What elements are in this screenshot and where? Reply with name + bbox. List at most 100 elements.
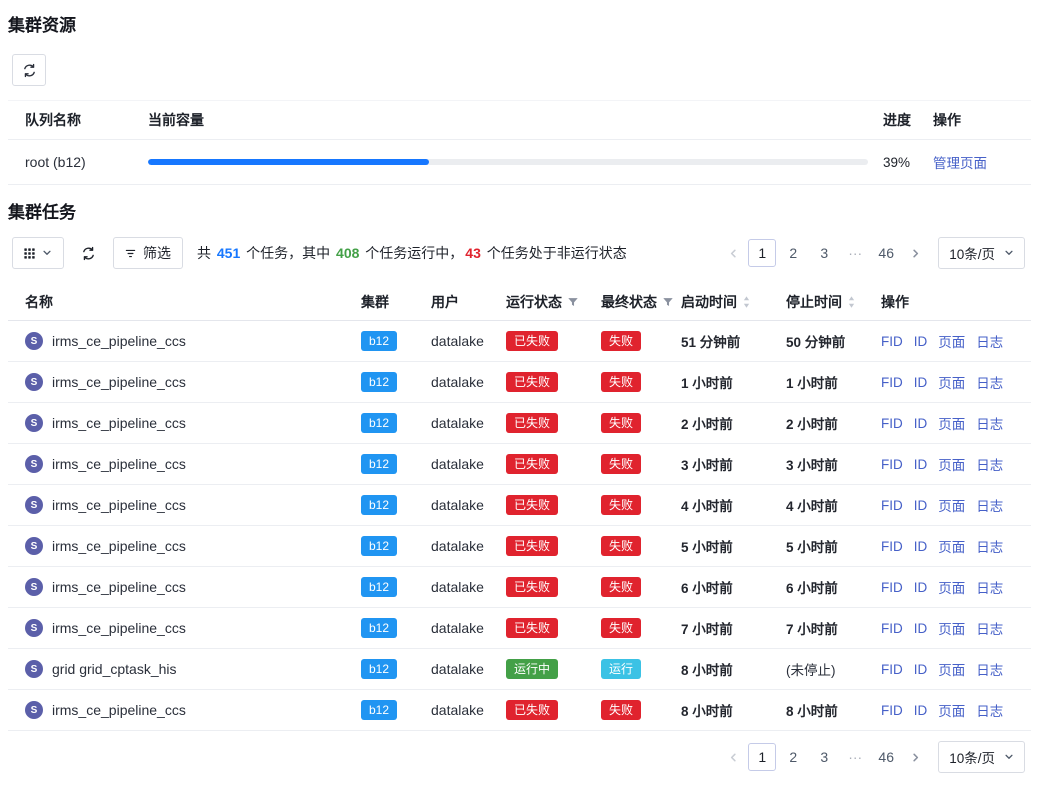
action-link-fid[interactable]: FID [881,498,903,513]
page-button-1[interactable]: 1 [748,239,776,267]
run-status-cell: 已失败 [506,454,601,474]
page-button-46[interactable]: 46 [872,743,900,771]
action-link-id[interactable]: ID [914,375,928,390]
action-link-log[interactable]: 日志 [976,454,1003,474]
table-row: S irms_ce_pipeline_ccs b12 datalake 已失败 … [8,690,1031,731]
action-link-page[interactable]: 页面 [938,372,965,392]
action-link-page[interactable]: 页面 [938,454,965,474]
cluster-badge: b12 [361,659,397,679]
column-header-stop-time[interactable]: 停止时间 [786,292,881,312]
next-page-button[interactable] [903,239,927,267]
tasks-toolbar: 筛选 共 451 个任务，其中 408 个任务运行中，43 个任务处于非运行状态… [8,237,1031,269]
column-header-start-time[interactable]: 启动时间 [681,292,786,312]
action-link-id[interactable]: ID [914,703,928,718]
action-link-fid[interactable]: FID [881,580,903,595]
action-link-page[interactable]: 页面 [938,659,965,679]
run-status-badge: 已失败 [506,372,558,392]
page-button-2[interactable]: 2 [779,239,807,267]
task-user: datalake [431,620,506,636]
task-cluster-cell: b12 [361,577,431,597]
resources-refresh-button[interactable] [12,54,46,86]
task-name-cell: S grid grid_cptask_his [25,660,361,678]
action-link-page[interactable]: 页面 [938,331,965,351]
task-name: irms_ce_pipeline_ccs [52,333,186,349]
filter-button[interactable]: 筛选 [113,237,183,269]
cluster-badge: b12 [361,331,397,351]
table-row: S grid grid_cptask_his b12 datalake 运行中 … [8,649,1031,690]
manage-page-link[interactable]: 管理页面 [933,156,987,171]
action-link-log[interactable]: 日志 [976,331,1003,351]
page-button-46[interactable]: 46 [872,239,900,267]
task-cluster-cell: b12 [361,372,431,392]
action-link-page[interactable]: 页面 [938,495,965,515]
page-button-3[interactable]: 3 [810,239,838,267]
next-page-button[interactable] [903,743,927,771]
start-time: 7 小时前 [681,618,786,638]
start-time: 1 小时前 [681,372,786,392]
column-header-task-action: 操作 [881,292,1025,312]
final-status-badge: 失败 [601,536,641,556]
run-status-badge: 已失败 [506,618,558,638]
sort-icon[interactable] [847,295,856,309]
page-size-select[interactable]: 10条/页 [938,741,1025,773]
action-link-fid[interactable]: FID [881,334,903,349]
action-link-id[interactable]: ID [914,621,928,636]
avatar: S [25,496,43,514]
prev-page-button[interactable] [721,743,745,771]
tasks-refresh-button[interactable] [78,237,99,269]
action-link-log[interactable]: 日志 [976,700,1003,720]
final-status-badge: 运行 [601,659,641,679]
run-status-badge: 已失败 [506,700,558,720]
filter-icon[interactable] [567,296,579,308]
final-status-cell: 失败 [601,413,681,433]
action-link-page[interactable]: 页面 [938,536,965,556]
page-size-select[interactable]: 10条/页 [938,237,1025,269]
action-link-id[interactable]: ID [914,662,928,677]
action-link-id[interactable]: ID [914,416,928,431]
run-status-badge: 已失败 [506,495,558,515]
action-link-id[interactable]: ID [914,457,928,472]
action-link-page[interactable]: 页面 [938,413,965,433]
action-link-fid[interactable]: FID [881,457,903,472]
action-link-id[interactable]: ID [914,539,928,554]
action-link-log[interactable]: 日志 [976,618,1003,638]
page-button-1[interactable]: 1 [748,743,776,771]
action-link-fid[interactable]: FID [881,662,903,677]
task-name-cell: S irms_ce_pipeline_ccs [25,537,361,555]
action-link-fid[interactable]: FID [881,416,903,431]
action-link-page[interactable]: 页面 [938,618,965,638]
stop-time: 8 小时前 [786,700,881,720]
avatar: S [25,332,43,350]
action-link-log[interactable]: 日志 [976,577,1003,597]
table-row: S irms_ce_pipeline_ccs b12 datalake 已失败 … [8,321,1031,362]
column-header-label: 启动时间 [681,292,737,312]
prev-page-button[interactable] [721,239,745,267]
action-link-fid[interactable]: FID [881,621,903,636]
action-link-page[interactable]: 页面 [938,577,965,597]
action-link-id[interactable]: ID [914,498,928,513]
capacity-progress-bar [148,159,868,165]
action-link-log[interactable]: 日志 [976,536,1003,556]
action-link-log[interactable]: 日志 [976,495,1003,515]
action-link-fid[interactable]: FID [881,539,903,554]
page-button-3[interactable]: 3 [810,743,838,771]
sort-icon[interactable] [742,295,751,309]
action-link-page[interactable]: 页面 [938,700,965,720]
action-link-log[interactable]: 日志 [976,659,1003,679]
action-link-log[interactable]: 日志 [976,372,1003,392]
action-link-fid[interactable]: FID [881,375,903,390]
action-link-fid[interactable]: FID [881,703,903,718]
action-link-id[interactable]: ID [914,580,928,595]
stop-time: 6 小时前 [786,577,881,597]
action-link-id[interactable]: ID [914,334,928,349]
cluster-badge: b12 [361,618,397,638]
run-status-badge: 已失败 [506,577,558,597]
filter-icon[interactable] [662,296,674,308]
table-row: S irms_ce_pipeline_ccs b12 datalake 已失败 … [8,567,1031,608]
task-actions: FID ID 页面日志 [881,536,1025,556]
action-link-log[interactable]: 日志 [976,413,1003,433]
task-summary: 共 451 个任务，其中 408 个任务运行中，43 个任务处于非运行状态 [197,243,627,263]
table-row: S irms_ce_pipeline_ccs b12 datalake 已失败 … [8,362,1031,403]
page-button-2[interactable]: 2 [779,743,807,771]
column-layout-button[interactable] [12,237,64,269]
